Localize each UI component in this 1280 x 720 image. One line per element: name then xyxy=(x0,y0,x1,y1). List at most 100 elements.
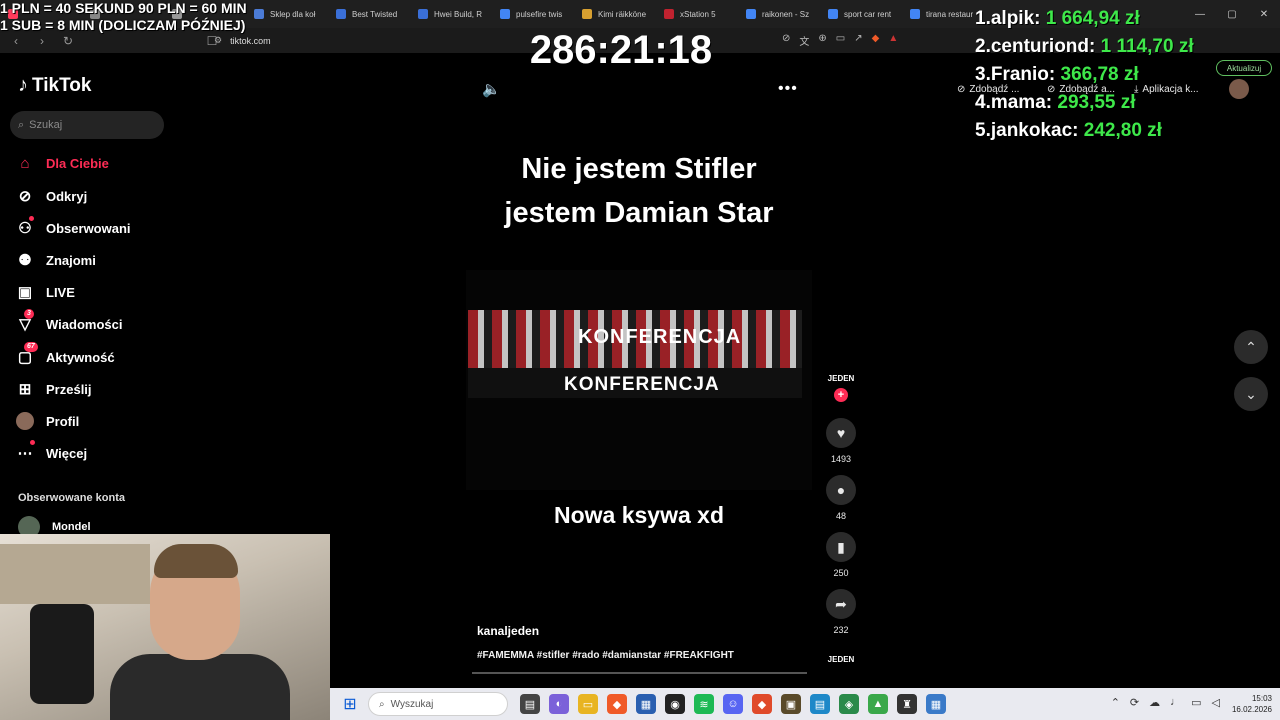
browser-tab[interactable]: sport car rent xyxy=(820,0,902,28)
like-count: 1493 xyxy=(830,454,852,464)
app-icon[interactable]: ◈ xyxy=(839,694,859,714)
nav-label: Wiadomości xyxy=(46,316,123,332)
donation-amount: 1 664,94 zł xyxy=(1045,8,1140,29)
mute-site-icon[interactable]: ⊘ xyxy=(782,33,790,48)
site-settings-icon[interactable]: ⚙ xyxy=(214,35,222,46)
network-icon[interactable]: ▭ xyxy=(1191,696,1201,709)
tiktok-logo[interactable]: ♪ TikTok xyxy=(18,74,91,97)
update-button[interactable]: Aktualizuj xyxy=(1216,60,1272,76)
nav-activity[interactable]: ▢ 67 Aktywność xyxy=(16,342,115,371)
browser-tab[interactable]: Sklep dla koł xyxy=(246,0,328,28)
next-video-button[interactable]: ⌄ xyxy=(1234,377,1268,411)
share-icon[interactable]: ➦ xyxy=(826,589,856,619)
tab-label: raikonen - Sz xyxy=(762,9,810,19)
nav-explore[interactable]: ⊘ Odkryj xyxy=(16,182,87,210)
messages-icon: ▽ 3 xyxy=(16,309,34,333)
close-icon[interactable]: ✕ xyxy=(1248,0,1280,28)
nav-messages[interactable]: ▽ 3 Wiadomości xyxy=(16,309,123,338)
calculator-icon[interactable]: ▦ xyxy=(926,694,946,714)
tab-favicon-icon xyxy=(828,9,838,19)
browser-tab[interactable]: Kimi räikköne xyxy=(574,0,656,28)
clock-time: 15:03 xyxy=(1251,694,1272,703)
maximize-icon[interactable]: ▢ xyxy=(1216,0,1248,28)
share-icon[interactable]: ↗ xyxy=(854,33,862,48)
bookmark-icon[interactable]: ▮ xyxy=(826,532,856,562)
save-action[interactable]: ▮ 250 xyxy=(824,532,858,578)
nav-more[interactable]: ⋯ Więcej xyxy=(16,439,87,467)
like-action[interactable]: ♥ 1493 xyxy=(824,418,858,464)
video-player[interactable]: KONFERENCJA KONFERENCJA xyxy=(466,270,812,490)
chevron-up-icon[interactable]: ⌃ xyxy=(1111,696,1120,709)
volume-icon[interactable]: ◁ xyxy=(1212,696,1220,709)
tab-favicon-icon xyxy=(500,9,510,19)
leaderboard-row: 3.Franio: 366,78 zł xyxy=(975,64,1194,92)
browser-tab[interactable]: pulsefire twis xyxy=(492,0,574,28)
mic-icon[interactable]: ♩ xyxy=(1170,696,1181,709)
previous-video-button[interactable]: ⌃ xyxy=(1234,330,1268,364)
game-icon[interactable]: ▣ xyxy=(781,694,801,714)
music-disc[interactable]: JEDEN xyxy=(826,650,856,668)
spotify-icon[interactable]: ≋ xyxy=(694,694,714,714)
obs-icon[interactable]: ◉ xyxy=(665,694,685,714)
brave-shield-icon[interactable]: ◆ xyxy=(872,33,880,48)
browser-tab[interactable]: raikonen - Sz xyxy=(738,0,820,28)
notepad-icon[interactable]: ▤ xyxy=(810,694,830,714)
follow-button[interactable]: + xyxy=(834,388,848,402)
following-icon: ⚇ xyxy=(16,216,34,237)
creator-avatar[interactable]: JEDEN xyxy=(826,366,856,390)
brave-browser-icon[interactable]: ◆ xyxy=(607,694,627,714)
nav-for-you[interactable]: ⌂ Dla Ciebie xyxy=(16,149,108,177)
copilot-icon[interactable]: ◐ xyxy=(549,694,569,714)
nav-live[interactable]: ▣ LIVE xyxy=(16,278,75,306)
screen-icon[interactable]: ▭ xyxy=(836,33,845,48)
browser-tab[interactable]: tirana restaur xyxy=(902,0,984,28)
nav-label: Odkryj xyxy=(46,188,88,204)
heart-icon[interactable]: ♥ xyxy=(826,418,856,448)
messages-badge: 3 xyxy=(24,309,34,319)
comment-icon[interactable]: ● xyxy=(826,475,856,505)
windows-start-icon[interactable]: ⊞ xyxy=(338,692,362,716)
taskbar-clock[interactable]: 15:03 16.02.2026 xyxy=(1232,693,1272,715)
app-dark-icon[interactable]: ♜ xyxy=(897,694,917,714)
video-hashtags[interactable]: #FAMEMMA #stifler #rado #damianstar #FRE… xyxy=(477,650,734,661)
nav-label: Prześlij xyxy=(46,381,92,397)
volume-icon[interactable]: 🔈 xyxy=(482,80,501,98)
webcam-background-shelf xyxy=(0,544,150,604)
video-caption: Nie jestem Stifler jestem Damian Star xyxy=(466,147,812,235)
store-icon[interactable]: ▦ xyxy=(636,694,656,714)
nav-label: Znajomi xyxy=(46,252,96,268)
browser-tab[interactable]: Hwei Build, R xyxy=(410,0,492,28)
tab-label: pulsefire twis xyxy=(516,9,563,19)
zoom-icon[interactable]: ⊕ xyxy=(818,33,826,48)
browser-profile-avatar[interactable] xyxy=(1229,79,1249,99)
app-green-icon[interactable]: ▲ xyxy=(868,694,888,714)
window-controls: — ▢ ✕ xyxy=(1184,0,1280,28)
discord-icon[interactable]: ☺ xyxy=(723,694,743,714)
sync-icon[interactable]: ⟳ xyxy=(1130,696,1139,709)
share-action[interactable]: ➦ 232 xyxy=(824,589,858,635)
more-options-icon[interactable]: ••• xyxy=(778,80,798,98)
brave-active-icon[interactable]: ◆ xyxy=(752,694,772,714)
profile-avatar xyxy=(16,412,34,430)
video-progress-bar[interactable] xyxy=(472,672,807,674)
rewards-icon[interactable]: ▲ xyxy=(888,33,898,48)
comment-action[interactable]: ● 48 xyxy=(824,475,858,521)
tab-label: Best Twisted xyxy=(352,9,398,19)
task-view-icon[interactable]: ▤ xyxy=(520,694,540,714)
activity-badge: 67 xyxy=(24,342,38,352)
search-input[interactable]: ⌕ Szukaj xyxy=(10,111,164,139)
nav-following[interactable]: ⚇ Obserwowani xyxy=(16,214,131,242)
nav-upload[interactable]: ⊞ Prześlij xyxy=(16,375,92,403)
nav-profile[interactable]: Profil xyxy=(16,407,79,435)
cloud-icon[interactable]: ☁ xyxy=(1149,696,1160,709)
browser-tab[interactable]: xStation 5 xyxy=(656,0,738,28)
url-text: tiktok.com xyxy=(230,35,271,46)
file-explorer-icon[interactable]: ▭ xyxy=(578,694,598,714)
browser-tab[interactable]: Best Twisted xyxy=(328,0,410,28)
translate-icon[interactable]: 文 xyxy=(799,33,809,48)
tab-label: sport car rent xyxy=(844,9,892,19)
taskbar-search-input[interactable]: ⌕ Wyszukaj xyxy=(368,692,508,716)
webcam-overlay xyxy=(0,534,330,720)
video-author[interactable]: kanaljeden xyxy=(477,624,539,638)
nav-friends[interactable]: ⚉ Znajomi xyxy=(16,246,96,274)
